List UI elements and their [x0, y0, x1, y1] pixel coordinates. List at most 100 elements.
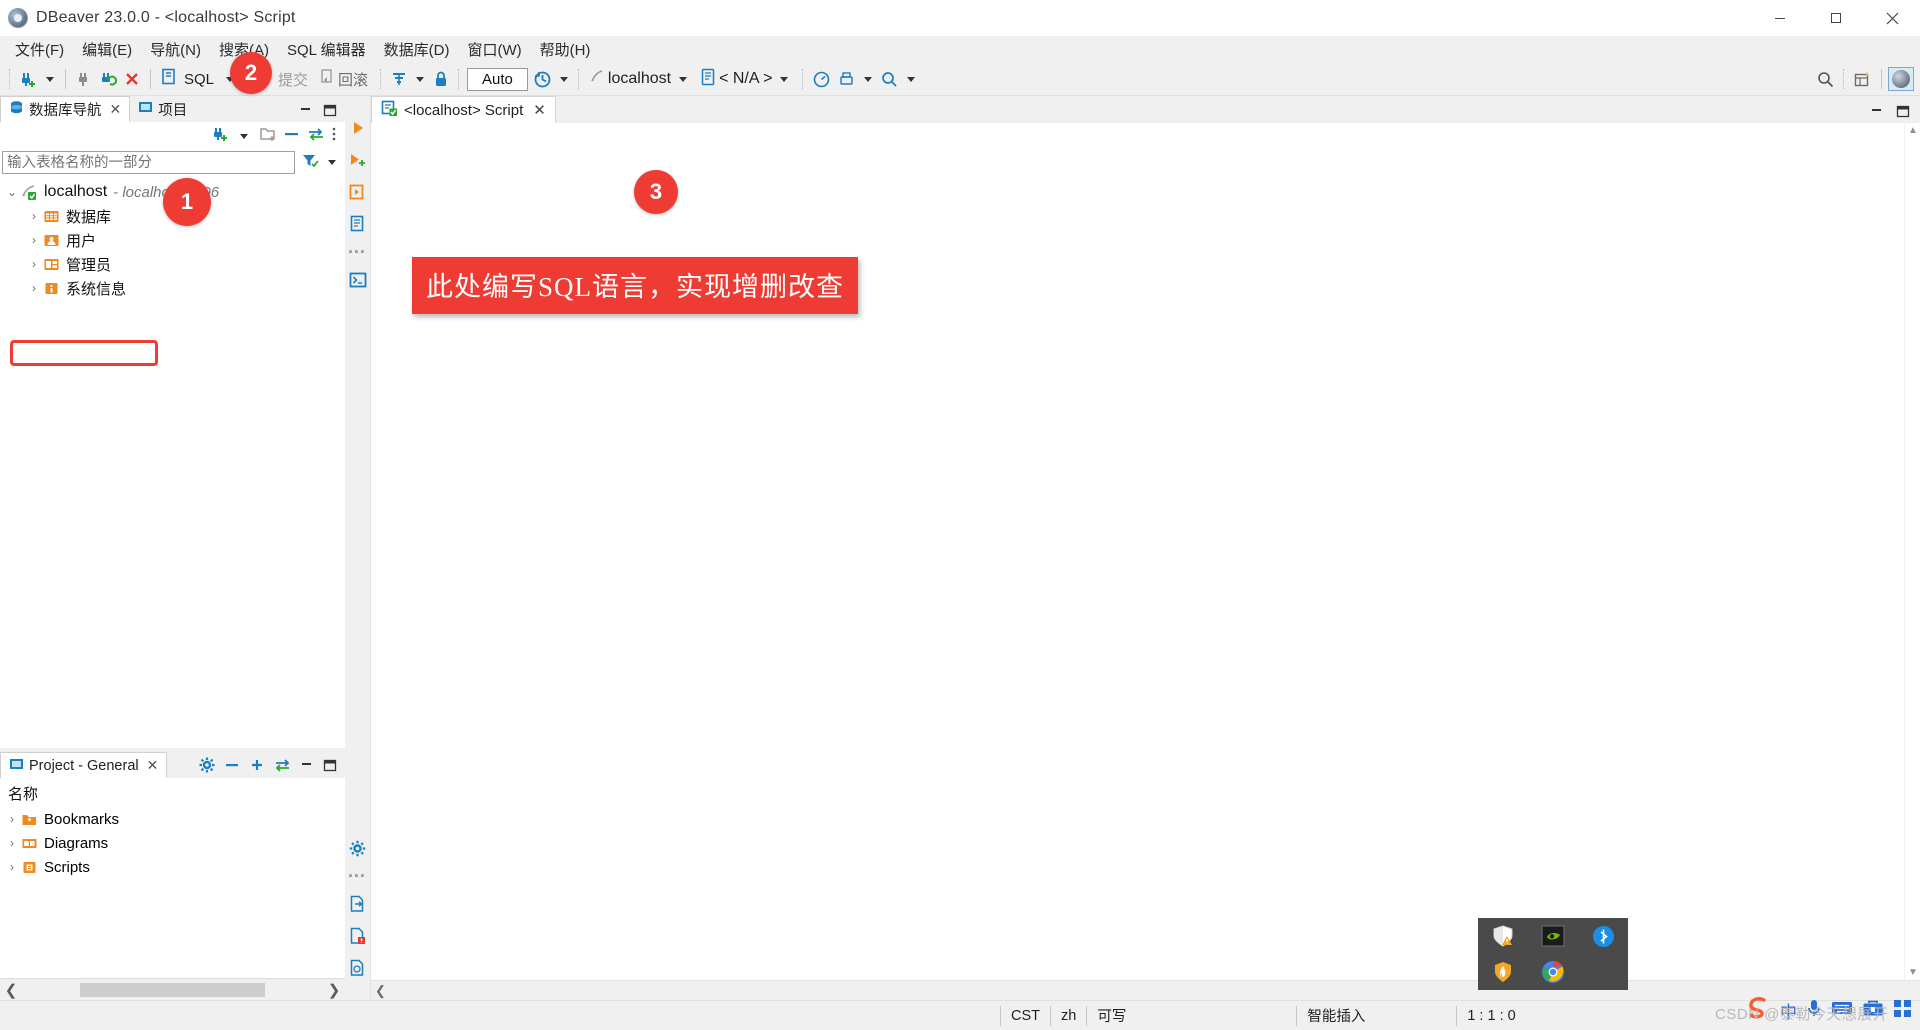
new-connection-icon[interactable] — [211, 125, 229, 148]
user-avatar[interactable] — [1888, 67, 1914, 91]
new-folder-icon[interactable] — [259, 125, 277, 147]
auto-commit-mode-selector[interactable]: Auto — [467, 67, 528, 91]
project-horizontal-scrollbar[interactable]: ❮ ❯ — [0, 978, 345, 1000]
sql-text-area[interactable] — [379, 123, 1904, 980]
vtb-generate-script-report-icon[interactable] — [348, 214, 368, 234]
menu-sql-editor[interactable]: SQL 编辑器 — [278, 37, 375, 62]
minimize-icon[interactable] — [1752, 0, 1808, 36]
chevron-up-icon[interactable]: ▲ — [1908, 125, 1918, 136]
link-with-editor-icon[interactable] — [274, 758, 291, 777]
print-dropdown-chevron-down-icon[interactable] — [864, 76, 873, 82]
chevron-right-icon[interactable]: ❯ — [323, 981, 345, 999]
chevron-right-icon[interactable]: › — [4, 812, 20, 826]
bluetooth-icon[interactable] — [1590, 923, 1616, 949]
add-icon[interactable] — [249, 758, 265, 777]
schema-selector[interactable]: < N/A > — [696, 67, 797, 91]
datasource-dropdown-chevron-down-icon[interactable] — [679, 76, 688, 82]
scroll-track[interactable] — [22, 982, 323, 997]
transaction-mode-icon[interactable] — [387, 66, 411, 92]
minimize-panel-icon[interactable] — [1870, 105, 1884, 123]
print-icon[interactable] — [834, 66, 859, 92]
close-icon[interactable]: ✕ — [533, 101, 546, 119]
tab-database-navigator[interactable]: 数据库导航 ✕ — [0, 96, 131, 122]
history-dropdown-chevron-down-icon[interactable] — [559, 76, 568, 82]
chrome-icon[interactable] — [1540, 959, 1566, 985]
new-connection-icon[interactable] — [16, 66, 41, 92]
vtb-export-from-query-icon[interactable] — [348, 894, 368, 914]
vtb-execute-sql-script-icon[interactable] — [348, 150, 368, 170]
vtb-script-error-icon[interactable] — [348, 926, 368, 946]
menu-file[interactable]: 文件(F) — [6, 37, 73, 62]
vtb-sql-console-icon[interactable] — [348, 270, 368, 290]
view-menu-icon[interactable] — [331, 126, 337, 147]
vtb-sql-terminal-icon[interactable] — [348, 958, 368, 978]
vtb-editor-settings-gear-icon[interactable] — [348, 838, 368, 858]
close-icon[interactable]: ✕ — [110, 101, 122, 118]
tab-projects[interactable]: 项目 — [130, 96, 196, 122]
transaction-mode-dropdown-chevron-down-icon[interactable] — [416, 76, 425, 82]
close-icon[interactable]: ✕ — [147, 757, 159, 774]
right-search-icon[interactable] — [1813, 66, 1838, 92]
toolbar-overflow-dots-bottom[interactable]: ▪▪▪ — [349, 870, 367, 882]
editor-tab-localhost-script[interactable]: <localhost> Script ✕ — [371, 96, 556, 123]
menu-database[interactable]: 数据库(D) — [375, 37, 459, 62]
tree-node-system-info[interactable]: › 系统信息 — [0, 276, 345, 300]
terminate-icon[interactable] — [120, 66, 144, 92]
link-with-editor-icon[interactable] — [307, 127, 325, 146]
filter-icon[interactable] — [301, 152, 319, 174]
new-connection-dropdown-chevron-down-icon[interactable] — [46, 76, 54, 82]
chevron-right-icon[interactable]: › — [26, 209, 42, 223]
gear-icon[interactable] — [199, 757, 215, 778]
schema-dropdown-chevron-down-icon[interactable] — [780, 76, 789, 82]
maximize-panel-icon[interactable] — [323, 104, 337, 122]
chevron-right-icon[interactable]: › — [26, 233, 42, 247]
chevron-down-icon[interactable]: ⌄ — [4, 185, 20, 199]
project-item-diagrams[interactable]: › Diagrams — [0, 831, 345, 855]
new-connection-dropdown-chevron-down-icon[interactable] — [240, 133, 248, 139]
chevron-right-icon[interactable]: › — [26, 281, 42, 295]
maximize-icon[interactable] — [1808, 0, 1864, 36]
apps-icon[interactable] — [1893, 999, 1912, 1023]
tree-node-users[interactable]: › 用户 — [0, 228, 345, 252]
menu-navigate[interactable]: 导航(N) — [141, 37, 210, 62]
chevron-left-icon[interactable]: ❮ — [375, 983, 386, 999]
open-perspective-icon[interactable] — [1850, 66, 1875, 92]
menu-window[interactable]: 窗口(W) — [458, 37, 530, 62]
maximize-panel-icon[interactable] — [1896, 105, 1910, 123]
filter-dropdown-chevron-down-icon[interactable] — [328, 160, 336, 165]
nvidia-icon[interactable] — [1540, 923, 1566, 949]
minimize-panel-icon[interactable] — [300, 759, 314, 777]
dashboard-icon[interactable] — [809, 66, 834, 92]
datasource-selector[interactable]: localhost — [585, 67, 696, 91]
chevron-down-icon[interactable]: ▼ — [1908, 967, 1918, 978]
chevron-right-icon[interactable]: › — [4, 836, 20, 850]
toolbar-overflow-dots[interactable]: ▪▪▪ — [349, 246, 367, 258]
rollback-button[interactable]: 回滚 — [315, 67, 375, 91]
chevron-right-icon[interactable]: › — [26, 257, 42, 271]
menu-edit[interactable]: 编辑(E) — [73, 37, 141, 62]
disconnect-icon[interactable] — [72, 66, 96, 92]
minimize-panel-icon[interactable] — [299, 104, 313, 122]
windows-defender-warning-icon[interactable] — [1490, 923, 1516, 949]
maximize-panel-icon[interactable] — [323, 759, 337, 777]
history-icon[interactable] — [530, 66, 555, 92]
shield-flame-icon[interactable] — [1490, 959, 1516, 985]
close-icon[interactable] — [1864, 0, 1920, 36]
toolbar-drag-handle[interactable] — [9, 69, 11, 89]
tree-node-administrators[interactable]: › 管理员 — [0, 252, 345, 276]
chevron-right-icon[interactable]: › — [4, 860, 20, 874]
editor-horizontal-scrollbar[interactable]: ❮ — [371, 980, 1920, 1000]
collapse-icon[interactable] — [224, 758, 240, 777]
project-item-scripts[interactable]: › Scripts — [0, 855, 345, 879]
lock-icon[interactable] — [429, 66, 453, 92]
search-input[interactable] — [2, 151, 295, 174]
menu-help[interactable]: 帮助(H) — [531, 37, 600, 62]
tab-project-general[interactable]: Project - General ✕ — [0, 752, 168, 778]
editor-vertical-scrollbar[interactable]: ▲ ▼ — [1904, 123, 1920, 980]
zoom-dropdown-chevron-down-icon[interactable] — [907, 76, 916, 82]
vtb-execute-sql-statement-icon[interactable] — [348, 118, 368, 138]
scroll-thumb[interactable] — [80, 982, 265, 997]
search-icon[interactable] — [877, 66, 902, 92]
refresh-connection-icon[interactable] — [96, 66, 120, 92]
vtb-execute-in-new-tab-icon[interactable] — [348, 182, 368, 202]
